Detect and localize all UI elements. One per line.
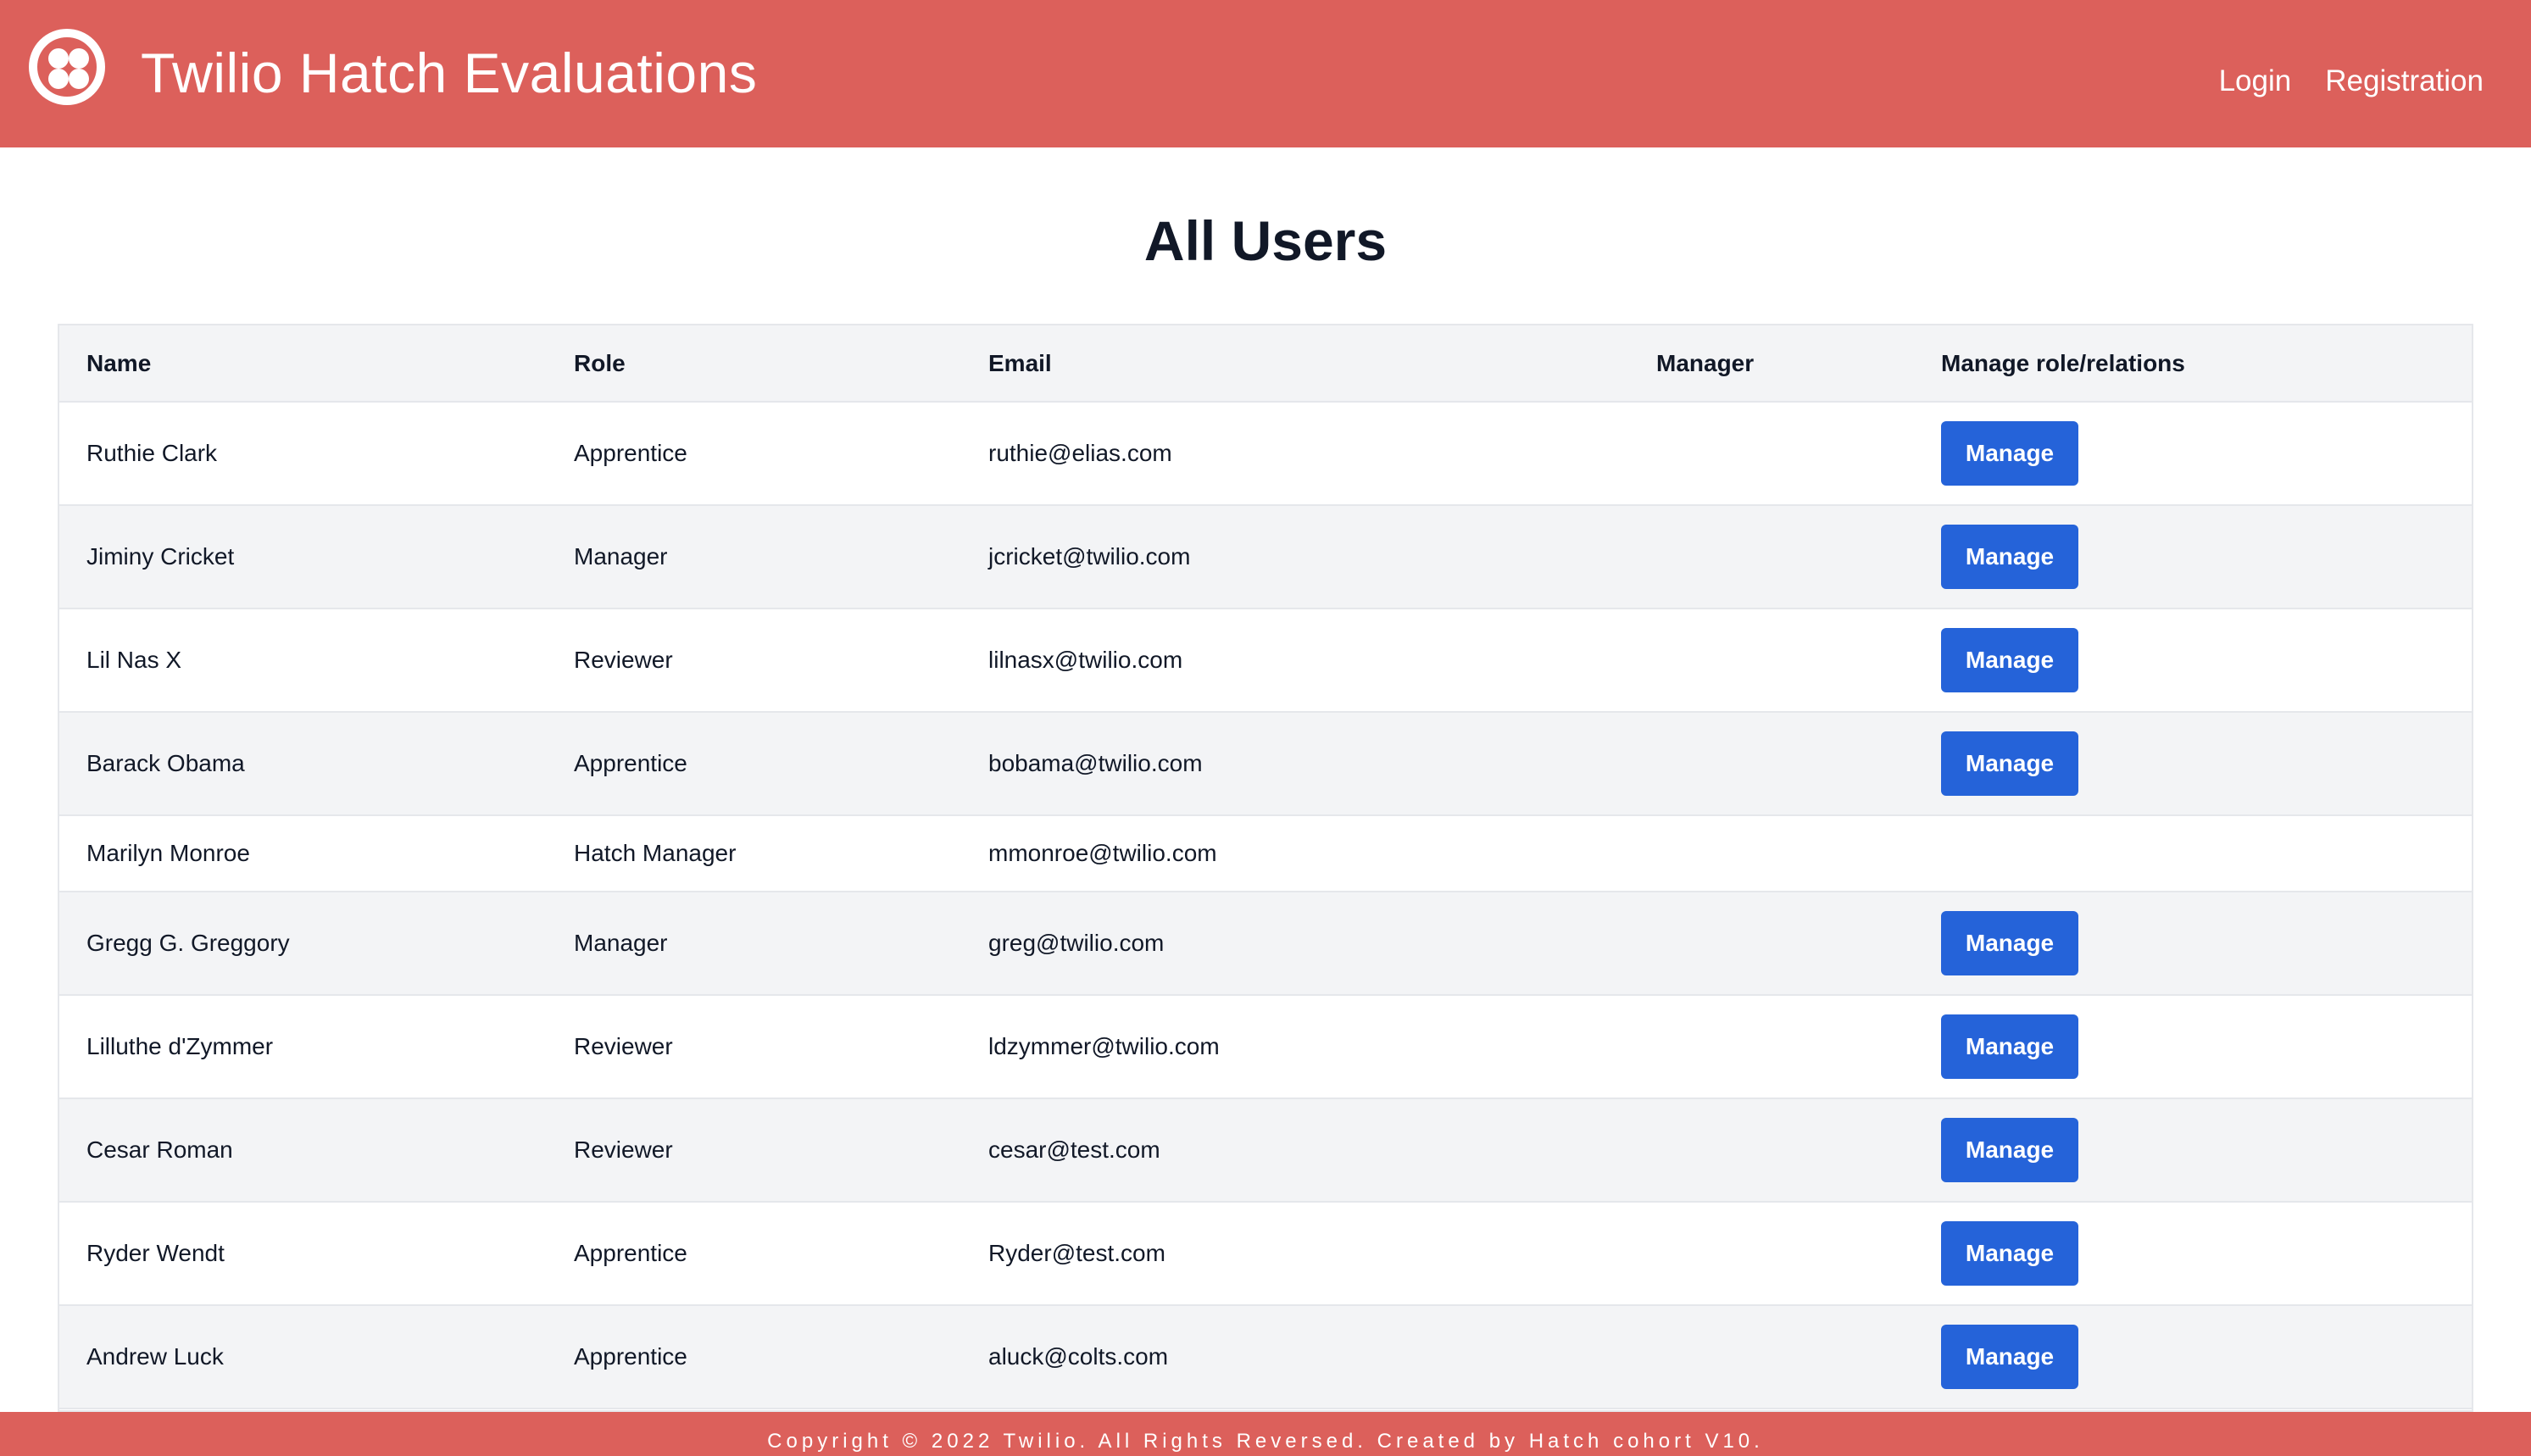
user-role-cell: Apprentice xyxy=(547,712,961,816)
column-header-email: Email xyxy=(961,325,1629,403)
table-header-row: Name Role Email Manager Manage role/rela… xyxy=(59,325,2472,403)
user-role-cell: Reviewer xyxy=(547,609,961,713)
twilio-logo-icon[interactable] xyxy=(29,29,105,105)
manage-button[interactable]: Manage xyxy=(1941,628,2078,692)
page-title: All Users xyxy=(1143,209,1388,272)
user-manager-cell xyxy=(1629,995,1914,1099)
manage-cell: Manage xyxy=(1914,505,2472,609)
column-header-role: Role xyxy=(547,325,961,403)
manage-cell: Manage xyxy=(1914,995,2472,1099)
users-table-container: Name Role Email Manager Manage role/rela… xyxy=(58,324,2473,1412)
top-navbar: Twilio Hatch Evaluations Login Registrat… xyxy=(0,0,2531,147)
column-header-name: Name xyxy=(59,325,547,403)
user-email-cell: Ryder@test.com xyxy=(961,1202,1629,1306)
table-row: Andrew Luck Apprentice aluck@colts.com M… xyxy=(59,1305,2472,1409)
manage-cell: Manage xyxy=(1914,1202,2472,1306)
manage-cell: Manage xyxy=(1914,402,2472,506)
user-role-cell: Apprentice xyxy=(547,1202,961,1306)
user-manager-cell xyxy=(1629,1202,1914,1306)
user-email-cell: bobama@twilio.com xyxy=(961,712,1629,816)
table-row: Lilluthe d'Zymmer Reviewer ldzymmer@twil… xyxy=(59,995,2472,1099)
user-name-cell: Gregg G. Greggory xyxy=(59,892,547,996)
user-role-cell: Apprentice xyxy=(547,1305,961,1409)
user-manager-cell xyxy=(1629,815,1914,892)
manage-button[interactable]: Manage xyxy=(1941,421,2078,486)
user-name-cell: Barack Obama xyxy=(59,712,547,816)
table-row: Gregg G. Greggory Manager greg@twilio.co… xyxy=(59,892,2472,996)
user-name-cell: Cesar Roman xyxy=(59,1098,547,1203)
user-role-cell: Reviewer xyxy=(547,995,961,1099)
user-manager-cell xyxy=(1629,892,1914,996)
table-row: Lil Nas X Reviewer lilnasx@twilio.com Ma… xyxy=(59,609,2472,713)
registration-link[interactable]: Registration xyxy=(2325,64,2484,98)
manage-button[interactable]: Manage xyxy=(1941,731,2078,796)
manage-cell xyxy=(1914,815,2472,892)
user-email-cell: ruthie@elias.com xyxy=(961,402,1629,506)
user-email-cell: greg@twilio.com xyxy=(961,892,1629,996)
user-role-cell: Reviewer xyxy=(547,1098,961,1203)
manage-button[interactable]: Manage xyxy=(1941,1325,2078,1389)
manage-cell: Manage xyxy=(1914,712,2472,816)
manage-button[interactable]: Manage xyxy=(1941,911,2078,975)
manage-button[interactable]: Manage xyxy=(1941,1118,2078,1182)
header-nav: Login Registration xyxy=(2219,64,2484,98)
user-role-cell: Hatch Manager xyxy=(547,815,961,892)
user-manager-cell xyxy=(1629,609,1914,713)
table-row: Jiminy Cricket Manager jcricket@twilio.c… xyxy=(59,505,2472,609)
column-header-manage: Manage role/relations xyxy=(1914,325,2472,403)
user-name-cell: Ruthie Clark xyxy=(59,402,547,506)
column-header-manager: Manager xyxy=(1629,325,1914,403)
user-name-cell: Lil Nas X xyxy=(59,609,547,713)
user-name-cell: Ryder Wendt xyxy=(59,1202,547,1306)
user-email-cell: cesar@test.com xyxy=(961,1098,1629,1203)
user-manager-cell xyxy=(1629,402,1914,506)
footer-copyright: Copyright © 2022 Twilio. All Rights Reve… xyxy=(767,1430,1764,1453)
user-email-cell: jcricket@twilio.com xyxy=(961,505,1629,609)
manage-cell: Manage xyxy=(1914,1305,2472,1409)
manage-cell: Manage xyxy=(1914,892,2472,996)
user-email-cell: ldzymmer@twilio.com xyxy=(961,995,1629,1099)
manage-button[interactable]: Manage xyxy=(1941,1014,2078,1079)
user-name-cell: Andrew Luck xyxy=(59,1305,547,1409)
user-name-cell: Jiminy Cricket xyxy=(59,505,547,609)
footer: Copyright © 2022 Twilio. All Rights Reve… xyxy=(0,1412,2531,1456)
user-manager-cell xyxy=(1629,505,1914,609)
manage-button[interactable]: Manage xyxy=(1941,1221,2078,1286)
table-row: Ryder Wendt Apprentice Ryder@test.com Ma… xyxy=(59,1202,2472,1306)
user-name-cell: Marilyn Monroe xyxy=(59,815,547,892)
users-table: Name Role Email Manager Manage role/rela… xyxy=(59,325,2472,1409)
manage-cell: Manage xyxy=(1914,1098,2472,1203)
user-name-cell: Lilluthe d'Zymmer xyxy=(59,995,547,1099)
table-row: Barack Obama Apprentice bobama@twilio.co… xyxy=(59,712,2472,816)
manage-cell: Manage xyxy=(1914,609,2472,713)
table-row: Ruthie Clark Apprentice ruthie@elias.com… xyxy=(59,402,2472,506)
app-title[interactable]: Twilio Hatch Evaluations xyxy=(141,41,757,105)
user-role-cell: Manager xyxy=(547,505,961,609)
user-email-cell: lilnasx@twilio.com xyxy=(961,609,1629,713)
user-manager-cell xyxy=(1629,1305,1914,1409)
user-role-cell: Apprentice xyxy=(547,402,961,506)
table-row: Marilyn Monroe Hatch Manager mmonroe@twi… xyxy=(59,815,2472,892)
page: Twilio Hatch Evaluations Login Registrat… xyxy=(0,0,2531,1456)
table-row: Cesar Roman Reviewer cesar@test.com Mana… xyxy=(59,1098,2472,1203)
user-manager-cell xyxy=(1629,712,1914,816)
manage-button[interactable]: Manage xyxy=(1941,525,2078,589)
login-link[interactable]: Login xyxy=(2219,64,2292,98)
user-manager-cell xyxy=(1629,1098,1914,1203)
user-role-cell: Manager xyxy=(547,892,961,996)
user-email-cell: mmonroe@twilio.com xyxy=(961,815,1629,892)
user-email-cell: aluck@colts.com xyxy=(961,1305,1629,1409)
